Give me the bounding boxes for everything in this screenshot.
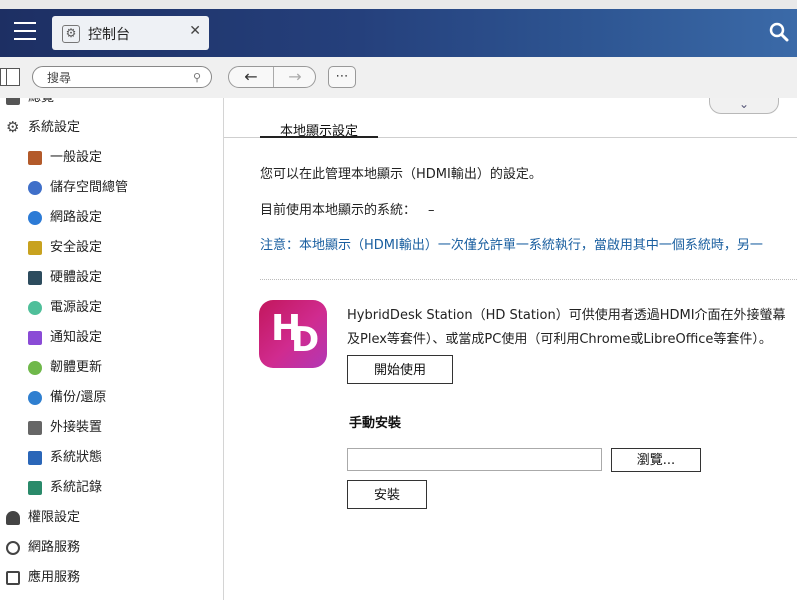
app-grid-icon[interactable]: ⋯ (328, 66, 356, 88)
menu-icon[interactable] (14, 22, 36, 42)
sidebar-item-power[interactable]: 電源設定 (0, 295, 223, 321)
lock-icon (28, 241, 42, 255)
hd-description-line2: 及Plex等套件）、或當成PC使用（可利用Chrome或LibreOffice等… (347, 332, 772, 347)
sidebar-item-label: 備份/還原 (50, 390, 107, 405)
user-icon (6, 511, 20, 525)
main-panel: ⌄ 本地顯示設定 您可以在此管理本地顯示（HDMI輸出）的設定。 目前使用本地顯… (224, 98, 797, 600)
browse-button[interactable]: 瀏覽... (611, 448, 701, 472)
firmware-update-icon (28, 361, 42, 375)
hd-station-logo: H D (259, 300, 327, 368)
hd-description-line1: HybridDesk Station（HD Station）可供使用者透過HDM… (347, 308, 786, 323)
tab-label: 控制台 (88, 27, 130, 43)
toolbar: ⚲ ← → ⋯ (0, 57, 797, 99)
sidebar-item-system-status[interactable]: 系統狀態 (0, 445, 223, 471)
sidebar-item-security[interactable]: 安全設定 (0, 235, 223, 261)
sidebar-item-storage[interactable]: 儲存空間總管 (0, 175, 223, 201)
sidebar-item-overview[interactable]: 總覽 (0, 98, 223, 111)
sidebar-item-network[interactable]: 網路設定 (0, 205, 223, 231)
notification-icon (28, 331, 42, 345)
general-settings-icon (28, 151, 42, 165)
sidebar-item-label: 安全設定 (50, 240, 103, 255)
sidebar-item-general[interactable]: 一般設定 (0, 145, 223, 171)
sidebar-item-hardware[interactable]: 硬體設定 (0, 265, 223, 291)
sidebar: 總覽 ⚙ 系統設定 一般設定 儲存空間總管 網路設定 安全設定 硬體設定 電源設… (0, 98, 224, 600)
sidebar-item-label: 外接裝置 (50, 420, 103, 435)
external-device-icon (28, 421, 42, 435)
search-input[interactable] (45, 69, 189, 87)
gear-icon: ⚙ (62, 25, 80, 43)
system-status-icon (28, 451, 42, 465)
sidebar-item-label: 應用服務 (28, 570, 81, 585)
install-button[interactable]: 安裝 (347, 480, 427, 509)
sidebar-item-label: 總覽 (28, 98, 54, 105)
sidebar-toggle-icon[interactable] (0, 68, 20, 86)
bookmarks-bar (0, 0, 797, 9)
current-system-label: 目前使用本地顯示的系統： (260, 203, 417, 218)
sidebar-item-privilege[interactable]: 權限設定 (0, 505, 223, 531)
network-icon (28, 211, 42, 225)
app-services-icon (6, 571, 20, 585)
start-button[interactable]: 開始使用 (347, 355, 453, 384)
intro-text: 您可以在此管理本地顯示（HDMI輸出）的設定。 (260, 167, 542, 182)
sidebar-item-label: 網路服務 (28, 540, 81, 555)
sidebar-item-label: 電源設定 (50, 300, 103, 315)
sidebar-item-app-services[interactable]: 應用服務 (0, 565, 223, 591)
title-bar: ⚙ 控制台 ✕ (0, 9, 797, 57)
sidebar-item-external[interactable]: 外接裝置 (0, 415, 223, 441)
chevron-down-icon[interactable]: ⌄ (709, 98, 779, 114)
sidebar-item-label: 韌體更新 (50, 360, 103, 375)
sidebar-item-label: 儲存空間總管 (50, 180, 129, 195)
search-icon[interactable] (769, 22, 789, 42)
file-path-input[interactable] (347, 448, 602, 471)
globe-icon (6, 541, 20, 555)
sidebar-item-label: 通知設定 (50, 330, 103, 345)
search-box[interactable]: ⚲ (32, 66, 212, 88)
nav-buttons: ← → (228, 66, 316, 88)
power-bulb-icon (28, 301, 42, 315)
sidebar-item-label: 一般設定 (50, 150, 103, 165)
sidebar-item-label: 權限設定 (28, 510, 81, 525)
back-arrow-icon[interactable]: ← (229, 67, 274, 87)
sidebar-item-backup[interactable]: 備份/還原 (0, 385, 223, 411)
system-log-icon (28, 481, 42, 495)
sidebar-item-system-log[interactable]: 系統記錄 (0, 475, 223, 501)
forward-arrow-icon[interactable]: → (273, 67, 315, 87)
sidebar-item-label: 系統狀態 (50, 450, 103, 465)
hardware-icon (28, 271, 42, 285)
sidebar-item-notification[interactable]: 通知設定 (0, 325, 223, 351)
manual-install-title: 手動安裝 (349, 416, 402, 431)
sidebar-item-label: 網路設定 (50, 210, 103, 225)
overview-icon (6, 98, 20, 105)
sidebar-item-label: 硬體設定 (50, 270, 103, 285)
sidebar-item-label: 系統記錄 (50, 480, 103, 495)
tab-control-panel[interactable]: ⚙ 控制台 ✕ (52, 16, 209, 50)
sidebar-item-network-services[interactable]: 網路服務 (0, 535, 223, 561)
sidebar-item-system-settings[interactable]: ⚙ 系統設定 (0, 115, 223, 141)
tab-local-display[interactable]: 本地顯示設定 (260, 120, 378, 139)
current-system-value: – (428, 203, 435, 218)
gear-icon: ⚙ (6, 118, 20, 136)
note-text: 注意：本地顯示（HDMI輸出）一次僅允許單一系統執行，當啟用其中一個系統時，另一 (260, 238, 763, 253)
backup-restore-icon (28, 391, 42, 405)
current-system-line: 目前使用本地顯示的系統： – (260, 199, 435, 218)
magnifier-icon: ⚲ (192, 71, 201, 84)
storage-icon (28, 181, 42, 195)
close-icon[interactable]: ✕ (189, 23, 201, 39)
sidebar-item-firmware[interactable]: 韌體更新 (0, 355, 223, 381)
divider (260, 279, 797, 280)
sidebar-item-label: 系統設定 (28, 120, 81, 135)
